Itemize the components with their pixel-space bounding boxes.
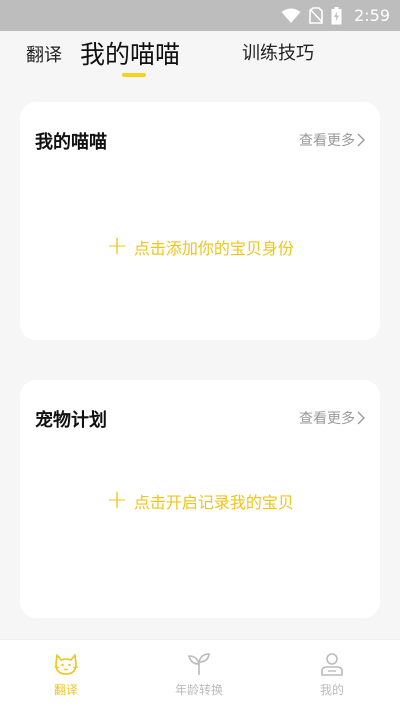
wifi-icon <box>281 8 301 23</box>
no-sim-icon <box>309 7 323 24</box>
view-more-label: 查看更多 <box>299 133 355 149</box>
status-bar: 2:59 <box>0 0 400 31</box>
sprout-icon <box>187 653 210 675</box>
tab-training-tips[interactable]: 训练技巧 <box>242 39 314 65</box>
add-pet-identity-label: 点击添加你的宝贝身份 <box>133 239 294 258</box>
tab-my-cat[interactable]: 我的喵喵 <box>80 35 180 71</box>
active-tab-indicator <box>122 73 146 77</box>
view-more-link[interactable]: 查看更多 <box>299 130 365 150</box>
chevron-right-icon <box>357 133 365 147</box>
nav-item-translate[interactable]: 翻译 <box>21 652 111 698</box>
person-icon <box>321 653 343 676</box>
bottom-nav: 翻译 年龄转换 我的 <box>0 639 400 711</box>
view-more-link[interactable]: 查看更多 <box>299 408 365 428</box>
top-tab-bar: 翻译 我的喵喵 训练技巧 <box>0 31 400 91</box>
nav-item-me[interactable]: 我的 <box>287 652 377 698</box>
nav-label: 翻译 <box>53 683 78 697</box>
start-record-label: 点击开启记录我的宝贝 <box>133 493 294 512</box>
nav-item-age-conversion[interactable]: 年龄转换 <box>154 652 244 698</box>
plus-icon: + <box>106 484 128 515</box>
nav-label: 年龄转换 <box>174 683 223 697</box>
add-pet-identity-button[interactable]: + 点击添加你的宝贝身份 <box>20 230 380 261</box>
status-time: 2:59 <box>354 6 390 25</box>
tab-translate[interactable]: 翻译 <box>26 41 62 67</box>
pet-plan-card: 宠物计划 查看更多 + 点击开启记录我的宝贝 <box>20 380 380 618</box>
start-record-button[interactable]: + 点击开启记录我的宝贝 <box>20 484 380 515</box>
plus-icon: + <box>106 230 128 261</box>
card-title: 我的喵喵 <box>35 132 107 153</box>
chevron-right-icon <box>357 411 365 425</box>
my-cat-card: 我的喵喵 查看更多 + 点击添加你的宝贝身份 <box>20 102 380 340</box>
nav-label: 我的 <box>319 683 344 697</box>
battery-charging-icon <box>331 6 342 24</box>
cat-icon <box>53 654 79 675</box>
card-title: 宠物计划 <box>35 410 107 431</box>
view-more-label: 查看更多 <box>299 411 355 427</box>
